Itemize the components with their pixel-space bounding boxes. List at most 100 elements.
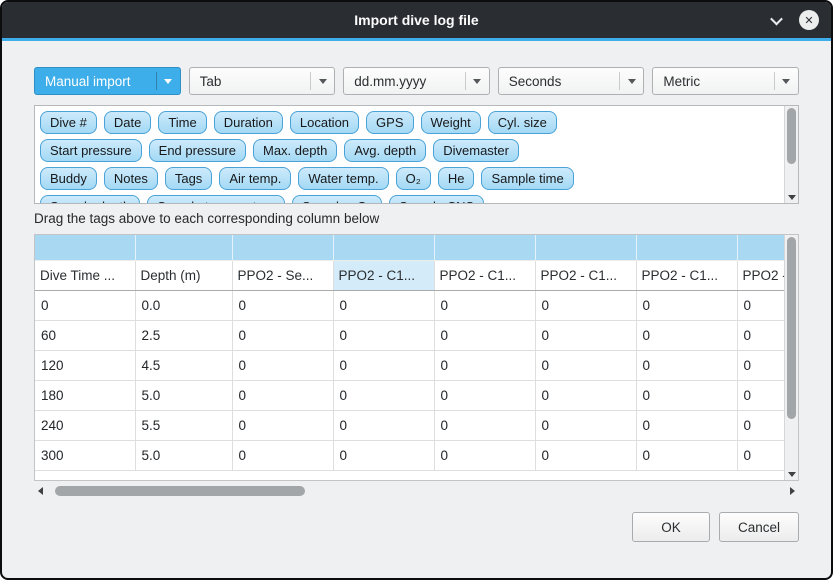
table-cell: 0 [636, 410, 737, 440]
chevron-glyph [770, 12, 783, 25]
column-header-row: Dive Time ...Depth (m)PPO2 - Se...PPO2 -… [35, 260, 784, 290]
tag-pill[interactable]: Sample CNS [389, 195, 484, 203]
scroll-right-icon[interactable] [790, 487, 795, 495]
tag-pill[interactable]: Tags [165, 167, 212, 190]
combo-value: Metric [663, 74, 774, 89]
drop-target-cell[interactable] [135, 235, 232, 260]
table-cell: 0 [333, 350, 434, 380]
table-cell: 0 [232, 440, 333, 470]
table-cell: 0 [434, 410, 535, 440]
tag-pill[interactable]: Duration [214, 111, 283, 134]
table-row: 00.0000000 [35, 290, 784, 320]
column-header[interactable]: PPO2 - C1... [737, 260, 784, 290]
scroll-left-icon[interactable] [38, 487, 43, 495]
table-scrollbar[interactable] [784, 235, 798, 480]
tag-pill[interactable]: Divemaster [433, 139, 519, 162]
table-cell: 0 [333, 440, 434, 470]
table-cell: 0 [232, 410, 333, 440]
chevron-down-icon [775, 79, 798, 84]
table-cell: 240 [35, 410, 135, 440]
close-icon[interactable]: ✕ [799, 10, 819, 30]
duration-format-combo[interactable]: Seconds [498, 67, 645, 95]
column-header[interactable]: PPO2 - C1... [535, 260, 636, 290]
table-cell: 60 [35, 320, 135, 350]
tag-pill[interactable]: O₂ [396, 167, 431, 190]
tag-pill[interactable]: Start pressure [40, 139, 142, 162]
drop-target-cell[interactable] [737, 235, 784, 260]
scrollbar-thumb[interactable] [787, 108, 796, 164]
ok-button[interactable]: OK [632, 512, 710, 542]
titlebar-icons: ✕ [768, 2, 819, 38]
combo-value: Seconds [509, 74, 620, 89]
tag-pill[interactable]: Date [104, 111, 151, 134]
date-format-combo[interactable]: dd.mm.yyyy [343, 67, 490, 95]
tag-pill[interactable]: Avg. depth [344, 139, 426, 162]
cancel-button[interactable]: Cancel [719, 512, 799, 542]
units-combo[interactable]: Metric [652, 67, 799, 95]
column-header[interactable]: Depth (m) [135, 260, 232, 290]
table-cell: 0 [636, 320, 737, 350]
table-cell: 0 [333, 290, 434, 320]
scrollbar-thumb[interactable] [55, 486, 305, 496]
table-cell: 0 [333, 320, 434, 350]
tag-pill[interactable]: GPS [366, 111, 413, 134]
drop-target-cell[interactable] [232, 235, 333, 260]
tag-pill[interactable]: Sample depth [40, 195, 140, 203]
tag-pill[interactable]: Sample time [481, 167, 573, 190]
scroll-down-icon[interactable] [788, 195, 796, 200]
chevron-down-icon [157, 79, 180, 84]
import-mode-combo[interactable]: Manual import [34, 67, 181, 95]
tag-pill[interactable]: Cyl. size [488, 111, 557, 134]
tag-pill[interactable]: He [438, 167, 475, 190]
titlebar[interactable]: Import dive log file ✕ [2, 2, 831, 38]
tag-pill[interactable]: Notes [104, 167, 158, 190]
drop-target-cell[interactable] [333, 235, 434, 260]
table-cell: 0 [636, 380, 737, 410]
tag-row: Buddy Notes Tags Air temp. Water temp. O₂ He Sa… [40, 167, 780, 190]
table-cell: 0 [434, 440, 535, 470]
table-row: 2405.5000000 [35, 410, 784, 440]
scroll-down-icon[interactable] [788, 472, 796, 477]
tag-pill[interactable]: Time [158, 111, 206, 134]
tag-pill[interactable]: Dive # [40, 111, 97, 134]
table-viewport: Dive Time ...Depth (m)PPO2 - Se...PPO2 -… [35, 235, 784, 480]
column-header[interactable]: PPO2 - C1... [434, 260, 535, 290]
horizontal-scrollbar[interactable] [34, 484, 799, 498]
table-cell: 5.0 [135, 380, 232, 410]
tag-pill[interactable]: Weight [421, 111, 481, 134]
table-cell: 0 [737, 380, 784, 410]
drop-target-cell[interactable] [434, 235, 535, 260]
chevron-down-icon[interactable] [768, 12, 784, 28]
table-cell: 0 [535, 350, 636, 380]
chevron-down-icon [311, 79, 334, 84]
table-cell: 180 [35, 380, 135, 410]
combo-value: Tab [200, 74, 311, 89]
column-header[interactable]: PPO2 - C1... [636, 260, 737, 290]
tag-pill[interactable]: Water temp. [298, 167, 388, 190]
column-header[interactable]: Dive Time ... [35, 260, 135, 290]
table-cell: 120 [35, 350, 135, 380]
drag-instruction: Drag the tags above to each correspondin… [34, 211, 799, 226]
tag-pill[interactable]: Air temp. [219, 167, 291, 190]
tag-pill[interactable]: Sample pO₂ [292, 195, 382, 203]
tag-pill[interactable]: Sample temperature [147, 195, 285, 203]
tag-area-scrollbar[interactable] [784, 106, 798, 203]
column-header[interactable]: PPO2 - Se... [232, 260, 333, 290]
tag-pill[interactable]: End pressure [149, 139, 246, 162]
table-cell: 0 [737, 410, 784, 440]
tag-list: Dive # Date Time Duration Location GPS Weight C… [35, 106, 784, 203]
tag-pill[interactable]: Max. depth [253, 139, 337, 162]
drop-target-cell[interactable] [35, 235, 135, 260]
table-cell: 0 [535, 440, 636, 470]
tag-pill[interactable]: Buddy [40, 167, 97, 190]
field-separator-combo[interactable]: Tab [189, 67, 336, 95]
column-header[interactable]: PPO2 - C1... [333, 260, 434, 290]
table-cell: 5.5 [135, 410, 232, 440]
scrollbar-thumb[interactable] [787, 237, 796, 419]
tag-pill[interactable]: Location [290, 111, 359, 134]
tag-area: Dive # Date Time Duration Location GPS Weight C… [34, 105, 799, 204]
table-body: 00.0000000602.50000001204.50000001805.00… [35, 290, 784, 470]
drop-target-cell[interactable] [535, 235, 636, 260]
table-row: 1805.0000000 [35, 380, 784, 410]
drop-target-cell[interactable] [636, 235, 737, 260]
